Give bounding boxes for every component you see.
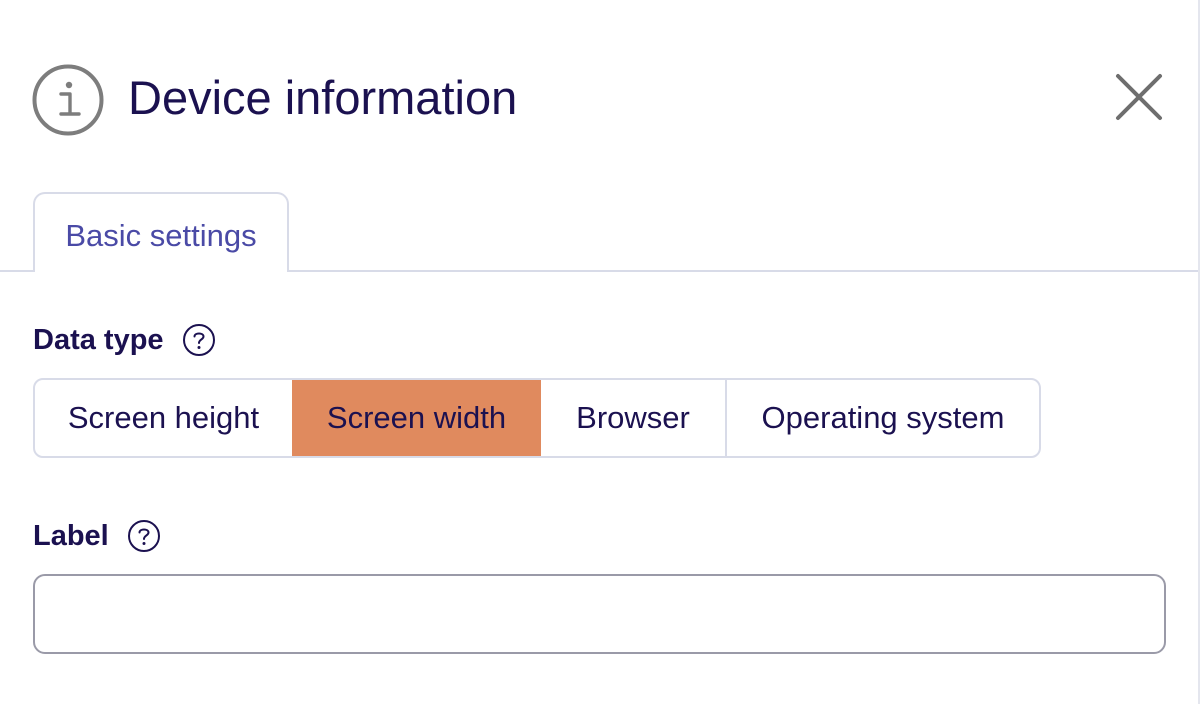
- label-field: Label: [33, 514, 161, 558]
- option-label: Operating system: [761, 400, 1005, 435]
- option-screen-width[interactable]: Screen width: [292, 380, 541, 456]
- info-icon: [32, 64, 104, 136]
- close-icon[interactable]: [1108, 66, 1170, 128]
- label-field-label: Label: [33, 519, 109, 552]
- data-type-segmented-control: Screen height Screen width Browser Opera…: [33, 378, 1041, 458]
- option-label: Screen width: [326, 400, 507, 435]
- option-label: Screen height: [67, 400, 260, 435]
- label-input[interactable]: [33, 574, 1166, 654]
- tab-label: Basic settings: [65, 218, 257, 253]
- option-browser[interactable]: Browser: [541, 380, 725, 456]
- device-information-panel: Device information Basic settings Data t…: [0, 0, 1200, 704]
- option-screen-height[interactable]: Screen height: [35, 380, 292, 456]
- page-title: Device information: [128, 71, 518, 124]
- data-type-label: Data type: [33, 323, 164, 356]
- help-icon[interactable]: [127, 519, 161, 553]
- data-type-field: Data type: [33, 318, 216, 362]
- tab-basic-settings[interactable]: Basic settings: [33, 192, 289, 272]
- help-icon[interactable]: [182, 323, 216, 357]
- option-operating-system[interactable]: Operating system: [725, 380, 1039, 456]
- option-label: Browser: [576, 400, 690, 435]
